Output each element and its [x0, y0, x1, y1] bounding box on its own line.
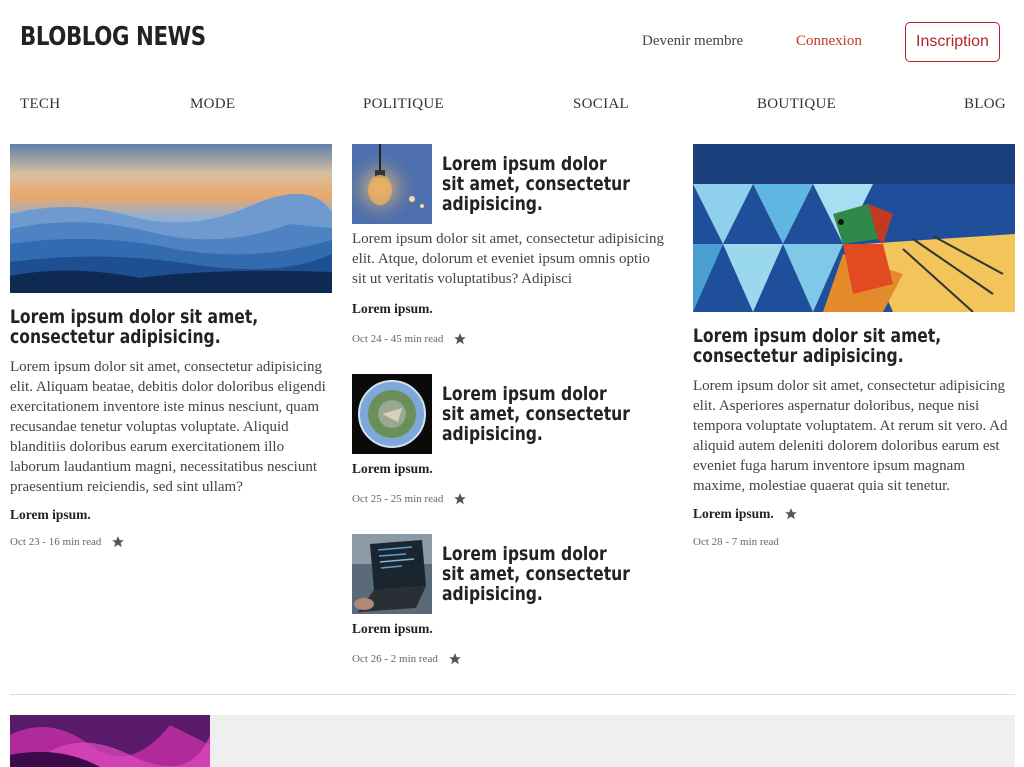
article-author[interactable]: Lorem ipsum.: [693, 506, 774, 522]
mountain-landscape-image[interactable]: [10, 144, 332, 293]
article-title[interactable]: Lorem ipsum dolor sit amet, consectetur …: [442, 154, 631, 214]
bird-mural-icon: [693, 144, 1015, 312]
light-bulb-icon: [352, 144, 432, 224]
article-card-mid-3[interactable]: Lorem ipsum dolor sit amet, consectetur …: [352, 534, 672, 674]
star-icon[interactable]: [784, 507, 798, 521]
site-header: BLOBLOG NEWS Devenir membre Connexion In…: [0, 0, 1024, 82]
article-card-right[interactable]: Lorem ipsum dolor sit amet, consectetur …: [693, 144, 1015, 548]
article-meta: Oct 25 - 25 min read: [352, 492, 467, 506]
article-title[interactable]: Lorem ipsum dolor sit amet, consectetur …: [442, 384, 631, 444]
tiny-planet-icon: [352, 374, 432, 454]
article-card-mid-2[interactable]: Lorem ipsum dolor sit amet, consectetur …: [352, 374, 672, 514]
nav-item-tech[interactable]: TECH: [20, 96, 60, 113]
article-title[interactable]: Lorem ipsum dolor sit amet, consectetur …: [693, 326, 1015, 366]
light-bulb-image[interactable]: [352, 144, 432, 224]
star-icon[interactable]: [453, 492, 467, 506]
star-icon[interactable]: [453, 332, 467, 346]
article-excerpt: Lorem ipsum dolor sit amet, consectetur …: [352, 231, 665, 287]
star-icon[interactable]: [448, 652, 462, 666]
tiny-planet-image[interactable]: [352, 374, 432, 454]
article-date-readtime: Oct 23 - 16 min read: [10, 536, 102, 548]
become-member-link[interactable]: Devenir membre: [642, 33, 743, 50]
category-nav: TECH MODE POLITIQUE SOCIAL BOUTIQUE BLOG: [0, 94, 1024, 118]
laptop-code-icon: [352, 534, 432, 614]
article-date-readtime: Oct 26 - 2 min read: [352, 653, 438, 665]
article-author[interactable]: Lorem ipsum.: [352, 461, 433, 477]
signup-button[interactable]: Inscription: [905, 22, 1000, 62]
site-logo[interactable]: BLOBLOG NEWS: [20, 22, 206, 52]
article-date-readtime: Oct 28 - 7 min read: [693, 536, 779, 548]
article-excerpt: Lorem ipsum dolor sit amet, consectetur …: [10, 359, 326, 495]
article-date-readtime: Oct 24 - 45 min read: [352, 333, 444, 345]
article-card-left[interactable]: Lorem ipsum dolor sit amet, consectetur …: [10, 144, 332, 549]
article-meta: Oct 26 - 2 min read: [352, 652, 462, 666]
article-author[interactable]: Lorem ipsum.: [352, 621, 433, 637]
article-author-row: Lorem ipsum.: [693, 506, 1015, 522]
nav-item-boutique[interactable]: BOUTIQUE: [757, 96, 836, 113]
login-link[interactable]: Connexion: [796, 33, 862, 50]
article-meta: Oct 28 - 7 min read: [693, 536, 1015, 548]
article-title[interactable]: Lorem ipsum dolor sit amet, consectetur …: [442, 544, 631, 604]
article-author[interactable]: Lorem ipsum.: [352, 301, 433, 317]
article-meta: Oct 23 - 16 min read: [10, 535, 332, 549]
article-card-mid-1[interactable]: Lorem ipsum dolor sit amet, consectetur …: [352, 144, 672, 354]
article-author[interactable]: Lorem ipsum.: [10, 507, 332, 523]
star-icon[interactable]: [111, 535, 125, 549]
nav-item-politique[interactable]: POLITIQUE: [363, 96, 444, 113]
abstract-purple-icon: [10, 715, 210, 767]
article-excerpt: Lorem ipsum dolor sit amet, consectetur …: [693, 378, 1008, 494]
bird-mural-image[interactable]: [693, 144, 1015, 312]
article-title[interactable]: Lorem ipsum dolor sit amet, consectetur …: [10, 307, 332, 347]
article-meta: Oct 24 - 45 min read: [352, 332, 467, 346]
nav-item-blog[interactable]: BLOG: [964, 96, 1006, 113]
bottom-content-panel: [210, 715, 1015, 767]
laptop-code-image[interactable]: [352, 534, 432, 614]
article-date-readtime: Oct 25 - 25 min read: [352, 493, 444, 505]
section-divider: [10, 694, 1015, 695]
nav-item-social[interactable]: SOCIAL: [573, 96, 629, 113]
abstract-purple-image[interactable]: [10, 715, 210, 767]
nav-item-mode[interactable]: MODE: [190, 96, 235, 113]
mountain-landscape-icon: [10, 144, 332, 293]
